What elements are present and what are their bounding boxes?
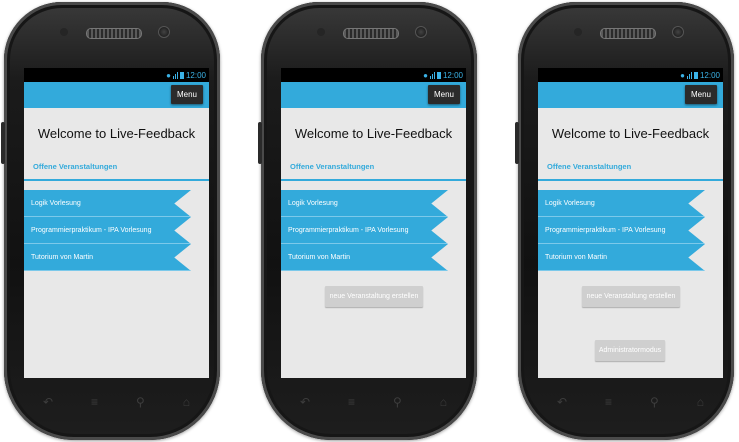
page-title: Welcome to Live-Feedback <box>294 126 453 141</box>
volume-button <box>258 122 262 164</box>
section-header: Offene Veranstaltungen <box>547 162 632 171</box>
search-icon[interactable]: ⚲ <box>650 396 659 408</box>
back-icon[interactable]: ↶ <box>300 396 310 408</box>
home-icon[interactable]: ≡ <box>348 396 355 408</box>
menu-button[interactable]: Menu <box>170 85 203 104</box>
light-sensor <box>60 28 68 36</box>
back-icon[interactable]: ↶ <box>43 396 53 408</box>
event-list: Logik Vorlesung Programmierpraktikum - I… <box>281 190 466 271</box>
admin-mode-button[interactable]: Administratormodus <box>595 340 665 361</box>
earpiece-speaker <box>343 28 399 39</box>
section-divider <box>24 179 209 181</box>
list-item[interactable]: Programmierpraktikum - IPA Vorlesung <box>281 217 448 244</box>
home-icon[interactable]: ≡ <box>91 396 98 408</box>
list-item[interactable]: Logik Vorlesung <box>281 190 448 217</box>
volume-button <box>515 122 519 164</box>
app-screen: ● 12:00 Menu Welcome to Live-Feedback Of… <box>538 68 723 378</box>
front-camera <box>415 26 427 38</box>
battery-icon <box>693 71 698 79</box>
status-time: 12:00 <box>185 70 206 80</box>
app-screen: ● 12:00 Menu Welcome to Live-Feedback Of… <box>24 68 209 378</box>
section-divider <box>281 179 466 181</box>
action-bar: Menu <box>24 82 209 108</box>
wifi-icon: ● <box>680 70 685 80</box>
back-icon[interactable]: ↶ <box>557 396 567 408</box>
recent-apps-icon[interactable]: ⌂ <box>440 396 447 408</box>
nav-bar: ↶ ≡ ⚲ ⌂ <box>24 388 209 416</box>
wifi-icon: ● <box>423 70 428 80</box>
section-header: Offene Veranstaltungen <box>290 162 375 171</box>
section-header: Offene Veranstaltungen <box>33 162 118 171</box>
status-time: 12:00 <box>699 70 720 80</box>
battery-icon <box>436 71 441 79</box>
nav-bar: ↶ ≡ ⚲ ⌂ <box>281 388 466 416</box>
light-sensor <box>317 28 325 36</box>
signal-icon <box>686 71 692 79</box>
status-time: 12:00 <box>442 70 463 80</box>
list-item[interactable]: Logik Vorlesung <box>24 190 191 217</box>
action-bar: Menu <box>281 82 466 108</box>
recent-apps-icon[interactable]: ⌂ <box>183 396 190 408</box>
page-title: Welcome to Live-Feedback <box>551 126 710 141</box>
section-divider <box>538 179 723 181</box>
list-item[interactable]: Programmierpraktikum - IPA Vorlesung <box>538 217 705 244</box>
menu-button[interactable]: Menu <box>684 85 717 104</box>
earpiece-speaker <box>86 28 142 39</box>
status-bar: ● 12:00 <box>281 68 466 82</box>
phone-2: ● 12:00 Menu Welcome to Live-Feedback Of… <box>258 2 477 440</box>
list-item[interactable]: Tutorium von Martin <box>538 244 705 271</box>
signal-icon <box>429 71 435 79</box>
phone-1: ● 12:00 Menu Welcome to Live-Feedback Of… <box>1 2 220 440</box>
wifi-icon: ● <box>166 70 171 80</box>
search-icon[interactable]: ⚲ <box>136 396 145 408</box>
create-event-button[interactable]: neue Veranstaltung erstellen <box>582 286 680 307</box>
battery-icon <box>179 71 184 79</box>
list-item[interactable]: Tutorium von Martin <box>281 244 448 271</box>
status-bar: ● 12:00 <box>24 68 209 82</box>
list-item[interactable]: Programmierpraktikum - IPA Vorlesung <box>24 217 191 244</box>
recent-apps-icon[interactable]: ⌂ <box>697 396 704 408</box>
front-camera <box>158 26 170 38</box>
menu-button[interactable]: Menu <box>427 85 460 104</box>
event-list: Logik Vorlesung Programmierpraktikum - I… <box>24 190 209 271</box>
event-list: Logik Vorlesung Programmierpraktikum - I… <box>538 190 723 271</box>
nav-bar: ↶ ≡ ⚲ ⌂ <box>538 388 723 416</box>
list-item[interactable]: Logik Vorlesung <box>538 190 705 217</box>
home-icon[interactable]: ≡ <box>605 396 612 408</box>
front-camera <box>672 26 684 38</box>
phone-3: ● 12:00 Menu Welcome to Live-Feedback Of… <box>515 2 734 440</box>
search-icon[interactable]: ⚲ <box>393 396 402 408</box>
page-title: Welcome to Live-Feedback <box>37 126 196 141</box>
signal-icon <box>172 71 178 79</box>
volume-button <box>1 122 5 164</box>
light-sensor <box>574 28 582 36</box>
app-screen: ● 12:00 Menu Welcome to Live-Feedback Of… <box>281 68 466 378</box>
create-event-button[interactable]: neue Veranstaltung erstellen <box>325 286 423 307</box>
earpiece-speaker <box>600 28 656 39</box>
list-item[interactable]: Tutorium von Martin <box>24 244 191 271</box>
status-bar: ● 12:00 <box>538 68 723 82</box>
action-bar: Menu <box>538 82 723 108</box>
